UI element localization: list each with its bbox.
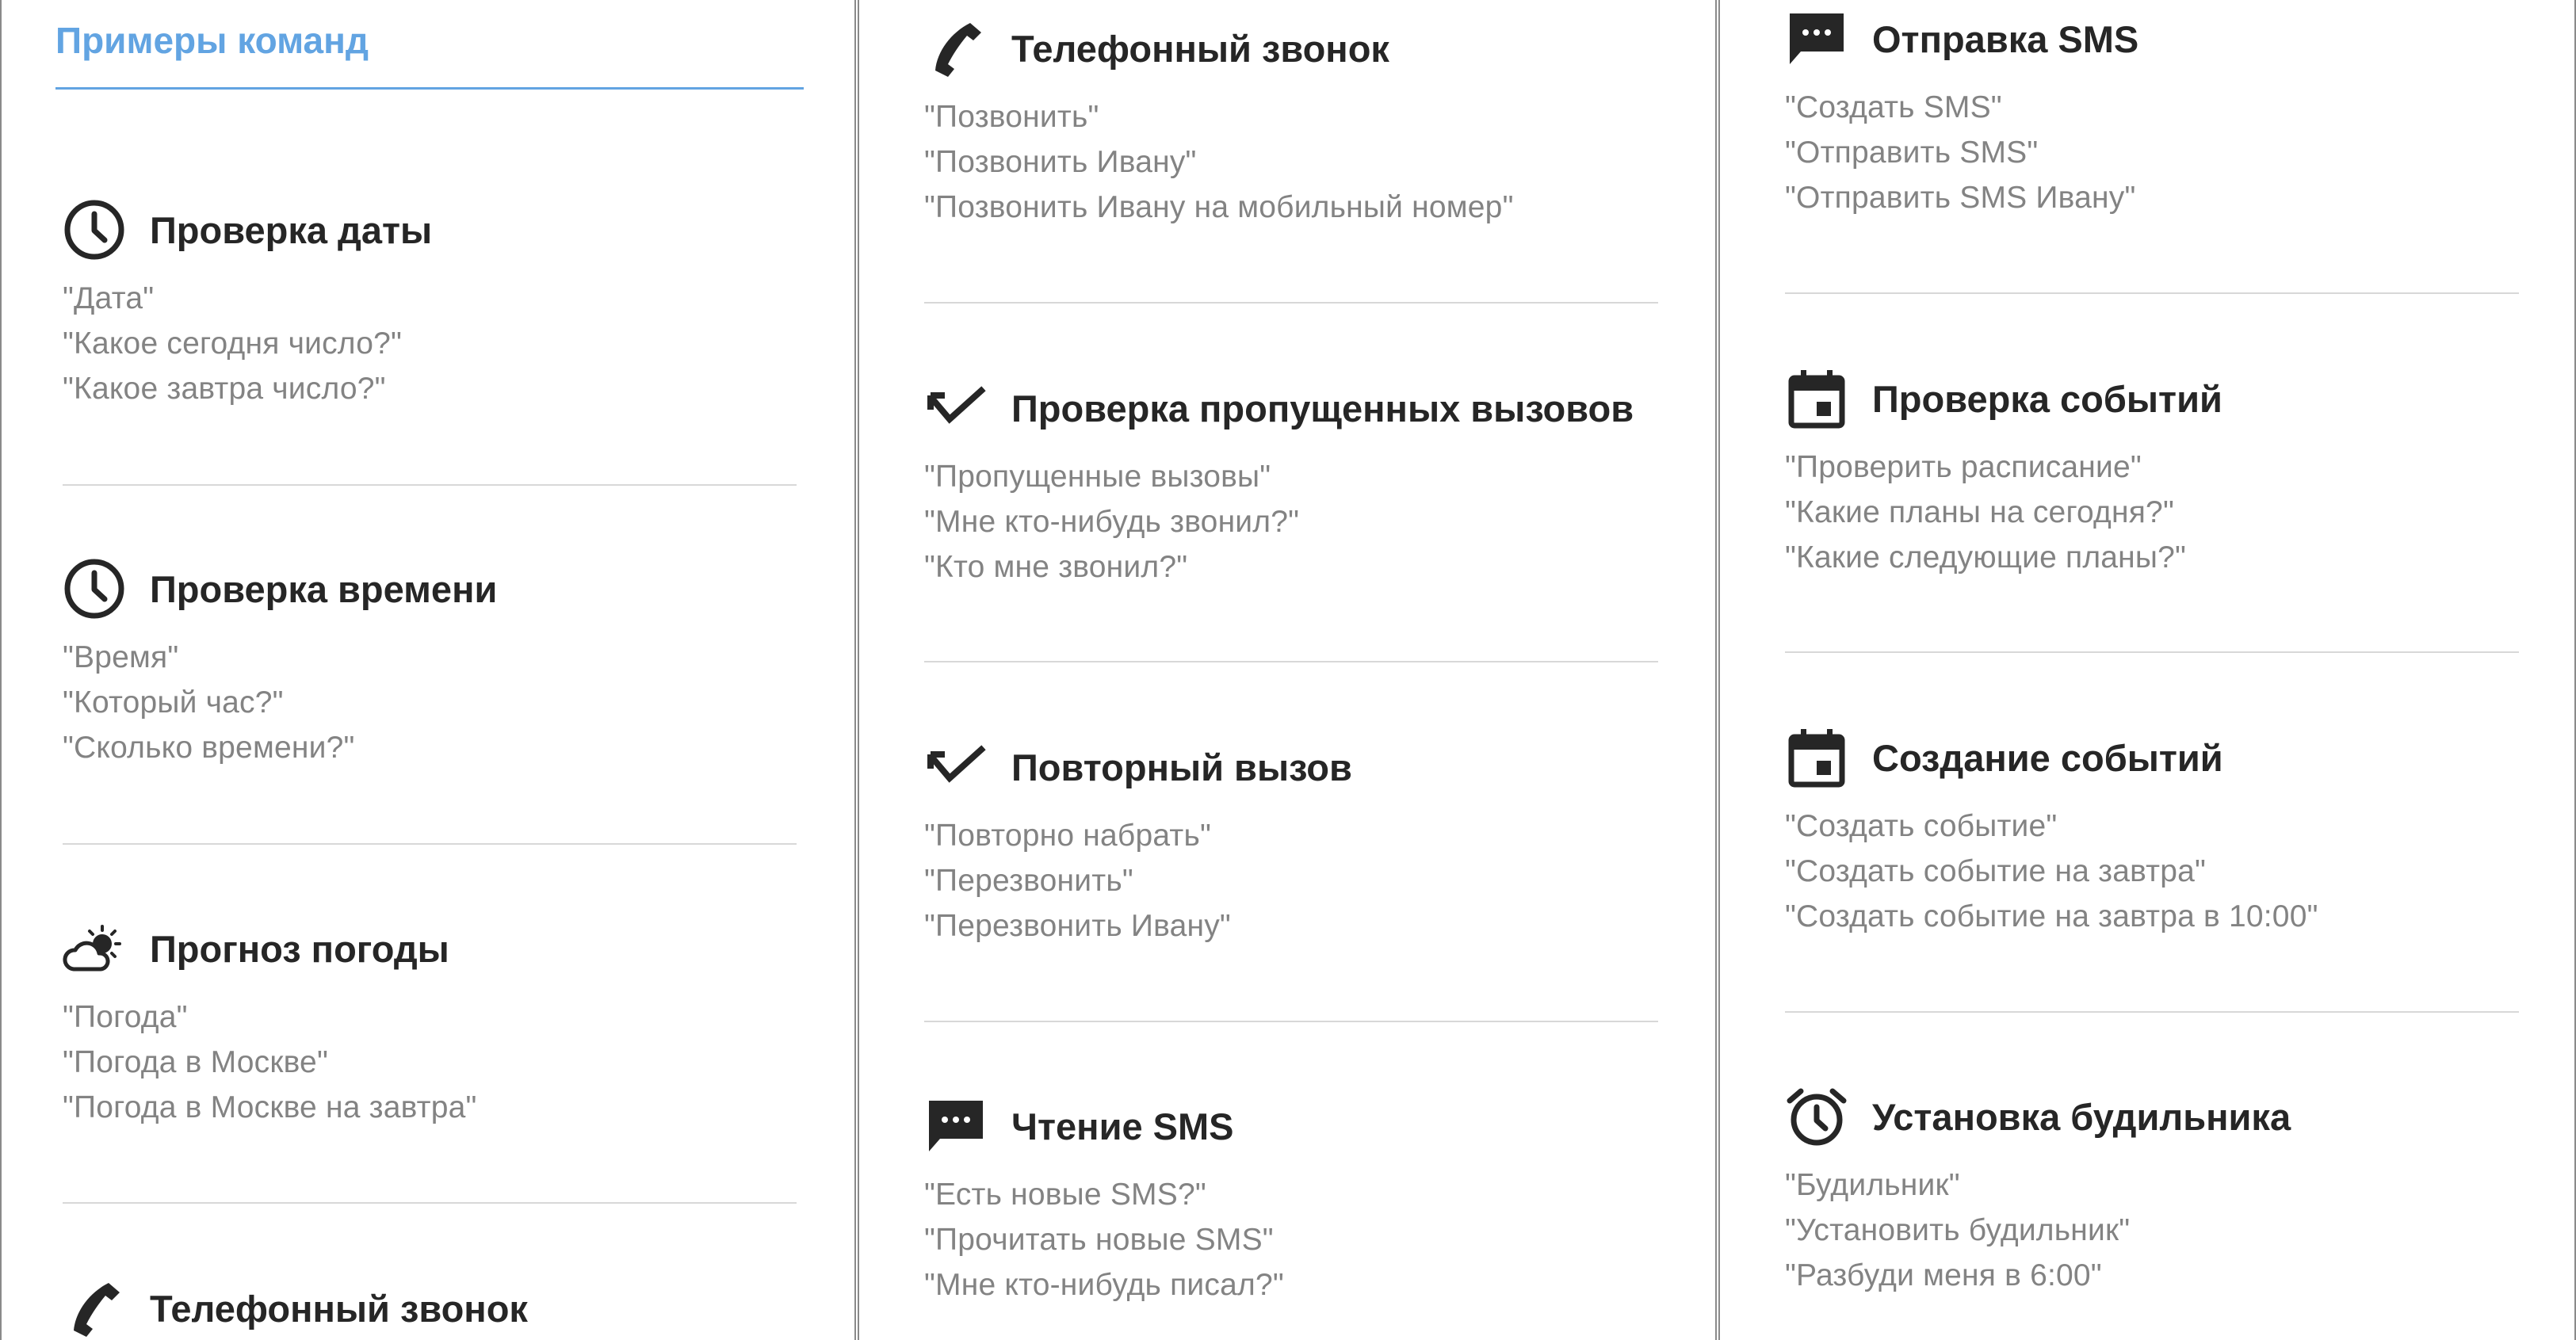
example-command: "Дата" [63,281,155,315]
example-command: "Отправить SMS" [1785,136,2039,170]
section-title: Отправка SMS [1872,17,2139,60]
example-command: "Создать событие на завтра" [1785,854,2207,888]
example-command: "Какое завтра число?" [63,372,386,406]
example-command: "Погода в Москве на завтра" [63,1090,477,1124]
sms-icon [1785,7,1850,71]
example-command: "Создать событие" [1785,809,2058,843]
command-section-phone-call[interactable]: Телефонный звонок [63,1277,795,1340]
example-command: "Время" [63,640,179,674]
commands-panel-3[interactable]: Отправка SMS "Создать SMS" "Отправить SM… [1718,0,2576,1340]
command-section-alarm[interactable]: Установка будильника "Будильник" "Устано… [1785,1085,2517,1298]
phone-icon [63,1277,128,1340]
section-title: Проверка времени [150,567,498,610]
example-command: "Отправить SMS Ивану" [1785,181,2136,215]
section-title: Проверка даты [150,208,433,251]
command-section-missed-calls[interactable]: Проверка пропущенных вызовов "Пропущенны… [924,376,1657,590]
command-section-send-sms[interactable]: Отправка SMS "Создать SMS" "Отправить SM… [1785,7,2517,220]
section-divider [924,661,1658,662]
section-divider [1785,651,2519,653]
example-command: "Позвонить Ивану" [924,145,1197,179]
command-section-phone-call[interactable]: Телефонный звонок "Позвонить" "Позвонить… [924,17,1657,230]
example-command: "Кто мне звонил?" [924,550,1188,584]
example-command: "Создать SMS" [1785,90,2002,124]
command-section-create-events[interactable]: Создание событий "Создать событие" "Созд… [1785,726,2517,939]
example-command: "Какие планы на сегодня?" [1785,495,2174,529]
command-section-check-events[interactable]: Проверка событий "Проверить расписание" … [1785,367,2517,580]
section-title: Чтение SMS [1011,1105,1234,1147]
sms-icon [924,1094,989,1158]
example-command: "Погода" [63,1000,188,1034]
example-command: "Пропущенные вызовы" [924,460,1271,494]
title-underline [55,87,804,90]
example-command: "Который час?" [63,685,284,720]
command-section-time[interactable]: Проверка времени "Время" "Который час?" … [63,557,795,770]
section-title: Создание событий [1872,736,2223,779]
example-command: "Мне кто-нибудь звонил?" [924,505,1300,539]
section-title: Проверка пропущенных вызовов [1011,387,1634,429]
example-command: "Перезвонить Ивану" [924,909,1231,943]
example-command: "Разбуди меня в 6:00" [1785,1258,2102,1292]
section-title: Прогноз погоды [150,927,449,970]
section-title: Проверка событий [1872,377,2222,420]
example-command: "Проверить расписание" [1785,450,2142,484]
section-title: Телефонный звонок [1011,27,1389,70]
example-command: "Погода в Москве" [63,1045,328,1079]
calendar-icon [1785,726,1850,789]
example-command: "Позвонить" [924,100,1099,134]
example-command: "Создать событие на завтра в 10:00" [1785,899,2318,933]
phone-icon [924,17,989,80]
section-title: Установка будильника [1872,1095,2291,1138]
example-command: "Сколько времени?" [63,731,355,765]
example-command: "Позвонить Ивану на мобильный номер" [924,190,1514,224]
section-divider [63,843,797,845]
example-command: "Повторно набрать" [924,819,1212,853]
section-title: Телефонный звонок [150,1287,528,1330]
section-divider [924,1021,1658,1022]
voice-commands-screen: Примеры команд Проверка даты "Дата" "Как… [0,0,2576,1340]
section-title: Повторный вызов [1011,746,1352,788]
weather-icon [63,917,128,980]
section-divider [63,484,797,486]
section-divider [1785,1011,2519,1013]
example-command: "Перезвонить" [924,864,1133,898]
example-command: "Есть новые SMS?" [924,1178,1206,1212]
command-section-weather[interactable]: Прогноз погоды "Погода" "Погода в Москве… [63,917,795,1130]
alarm-icon [1785,1085,1850,1148]
command-section-redial[interactable]: Повторный вызов "Повторно набрать" "Пере… [924,735,1657,949]
example-command: "Установить будильник" [1785,1213,2131,1247]
section-divider [1785,292,2519,294]
clock-icon [63,198,128,262]
page-title: Примеры команд [55,20,369,61]
example-command: "Прочитать новые SMS" [924,1223,1274,1257]
calendar-icon [1785,367,1850,430]
example-command: "Будильник" [1785,1168,1960,1202]
commands-panel-1[interactable]: Примеры команд Проверка даты "Дата" "Как… [0,0,856,1340]
missed-call-icon [924,735,989,799]
commands-panel-2[interactable]: Телефонный звонок "Позвонить" "Позвонить… [858,0,1717,1340]
command-section-date[interactable]: Проверка даты "Дата" "Какое сегодня числ… [63,198,795,411]
example-command: "Какие следующие планы?" [1785,540,2187,575]
clock-icon [63,557,128,620]
example-command: "Мне кто-нибудь писал?" [924,1268,1284,1302]
section-divider [63,1202,797,1204]
example-command: "Какое сегодня число?" [63,326,403,361]
section-divider [924,302,1658,304]
missed-call-icon [924,376,989,440]
command-section-read-sms[interactable]: Чтение SMS "Есть новые SMS?" "Прочитать … [924,1094,1657,1308]
